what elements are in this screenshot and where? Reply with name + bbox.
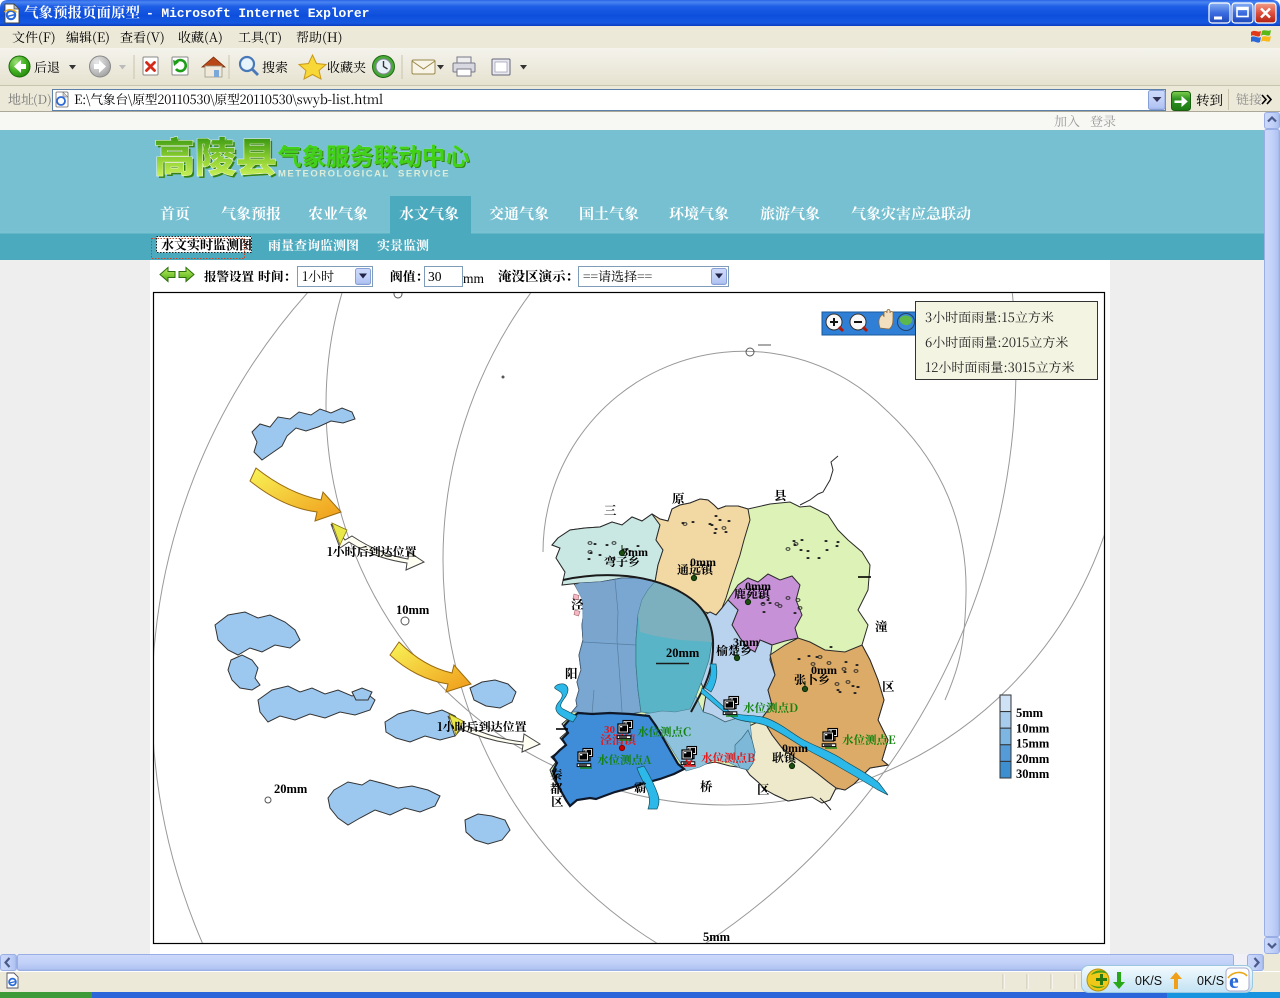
svg-text:0mm: 0mm	[690, 555, 716, 569]
svg-text:15mm: 15mm	[1016, 737, 1050, 751]
svg-text:METEOROLOGICAL SERVICE: METEOROLOGICAL SERVICE	[278, 169, 450, 180]
svg-text:20mm: 20mm	[274, 782, 308, 796]
svg-text:0K/S: 0K/S	[1135, 974, 1162, 988]
svg-text:20mm: 20mm	[666, 646, 700, 660]
svg-text:mm: mm	[463, 271, 485, 286]
svg-text:20mm: 20mm	[1016, 752, 1050, 766]
svg-text:- Microsoft Internet Explorer: - Microsoft Internet Explorer	[146, 6, 369, 21]
svg-text:10mm: 10mm	[1016, 721, 1050, 735]
svg-text:30mm: 30mm	[1016, 767, 1050, 781]
svg-text:30: 30	[604, 724, 616, 736]
svg-text:5mm: 5mm	[1016, 706, 1044, 720]
svg-text:0K/S: 0K/S	[1197, 974, 1224, 988]
svg-text:10mm: 10mm	[396, 603, 430, 617]
svg-text:30: 30	[428, 269, 442, 284]
svg-text:5mm: 5mm	[703, 930, 731, 944]
